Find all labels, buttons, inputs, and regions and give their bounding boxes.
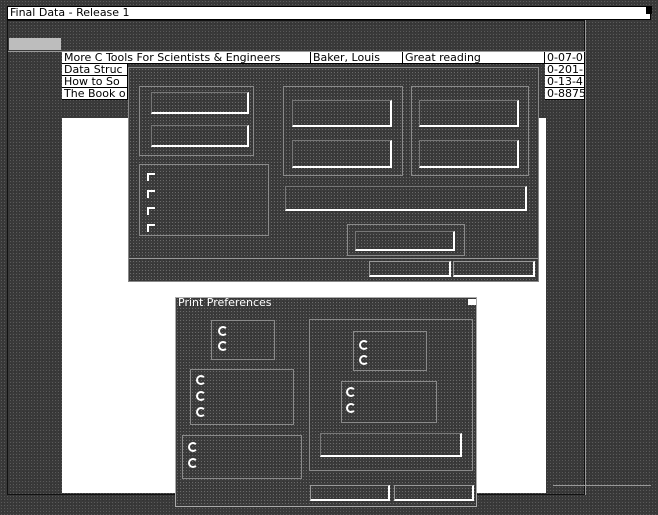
dialog-title: Print Preferences [178, 296, 272, 309]
cell-comment[interactable]: Great reading [403, 52, 545, 64]
minimize-icon[interactable] [468, 299, 476, 305]
close-icon[interactable] [646, 6, 652, 14]
wide-text-field[interactable] [285, 186, 527, 211]
combo-field[interactable] [355, 231, 455, 251]
cell-isbn[interactable]: 0-07-0 [545, 52, 585, 64]
checkbox[interactable] [147, 190, 155, 198]
radio-button[interactable] [188, 442, 198, 452]
grid-divider [585, 20, 586, 495]
cancel-button[interactable] [453, 261, 535, 277]
output-field[interactable] [320, 433, 462, 457]
grid-header-row [8, 34, 585, 52]
radio-group [182, 435, 302, 479]
text-field[interactable] [419, 140, 519, 168]
text-field[interactable] [292, 140, 392, 168]
checkbox-group [139, 164, 269, 236]
radio-button[interactable] [346, 403, 356, 413]
radio-button[interactable] [196, 375, 206, 385]
cell-isbn[interactable]: 0-8875 [545, 88, 585, 100]
radio-button[interactable] [359, 355, 369, 365]
radio-button[interactable] [218, 326, 228, 336]
checkbox[interactable] [147, 207, 155, 215]
radio-button[interactable] [196, 391, 206, 401]
radio-button[interactable] [196, 407, 206, 417]
radio-button[interactable] [218, 341, 228, 351]
cell-title[interactable]: The Book o [62, 88, 128, 100]
radio-button[interactable] [346, 387, 356, 397]
radio-group [341, 381, 437, 423]
window-title: Final Data - Release 1 [10, 6, 130, 19]
radio-button[interactable] [359, 340, 369, 350]
window-title-bar: Final Data - Release 1 [7, 6, 652, 20]
radio-button[interactable] [188, 458, 198, 468]
text-field[interactable] [419, 100, 519, 127]
grid-divider [553, 485, 651, 486]
ok-button[interactable] [369, 261, 451, 277]
cell-title[interactable]: How to So [62, 76, 128, 88]
cell-author[interactable]: Baker, Louis [311, 52, 403, 64]
cell-isbn[interactable]: 0-13-4 [545, 76, 585, 88]
radio-group [353, 331, 427, 371]
print-cancel-button[interactable] [394, 485, 474, 501]
text-field[interactable] [292, 100, 392, 127]
cell-title[interactable]: More C Tools For Scientists & Engineers [62, 52, 311, 64]
dialog-button-bar [129, 258, 538, 259]
cell-isbn[interactable]: 0-201- [545, 64, 585, 76]
checkbox[interactable] [147, 173, 155, 181]
cell-title[interactable]: Data Struc [62, 64, 128, 76]
print-ok-button[interactable] [310, 485, 390, 501]
grid-selector-cell[interactable] [9, 38, 61, 50]
text-field[interactable] [151, 125, 249, 147]
text-field[interactable] [151, 92, 249, 114]
record-edit-dialog [128, 67, 539, 282]
checkbox[interactable] [147, 224, 155, 232]
